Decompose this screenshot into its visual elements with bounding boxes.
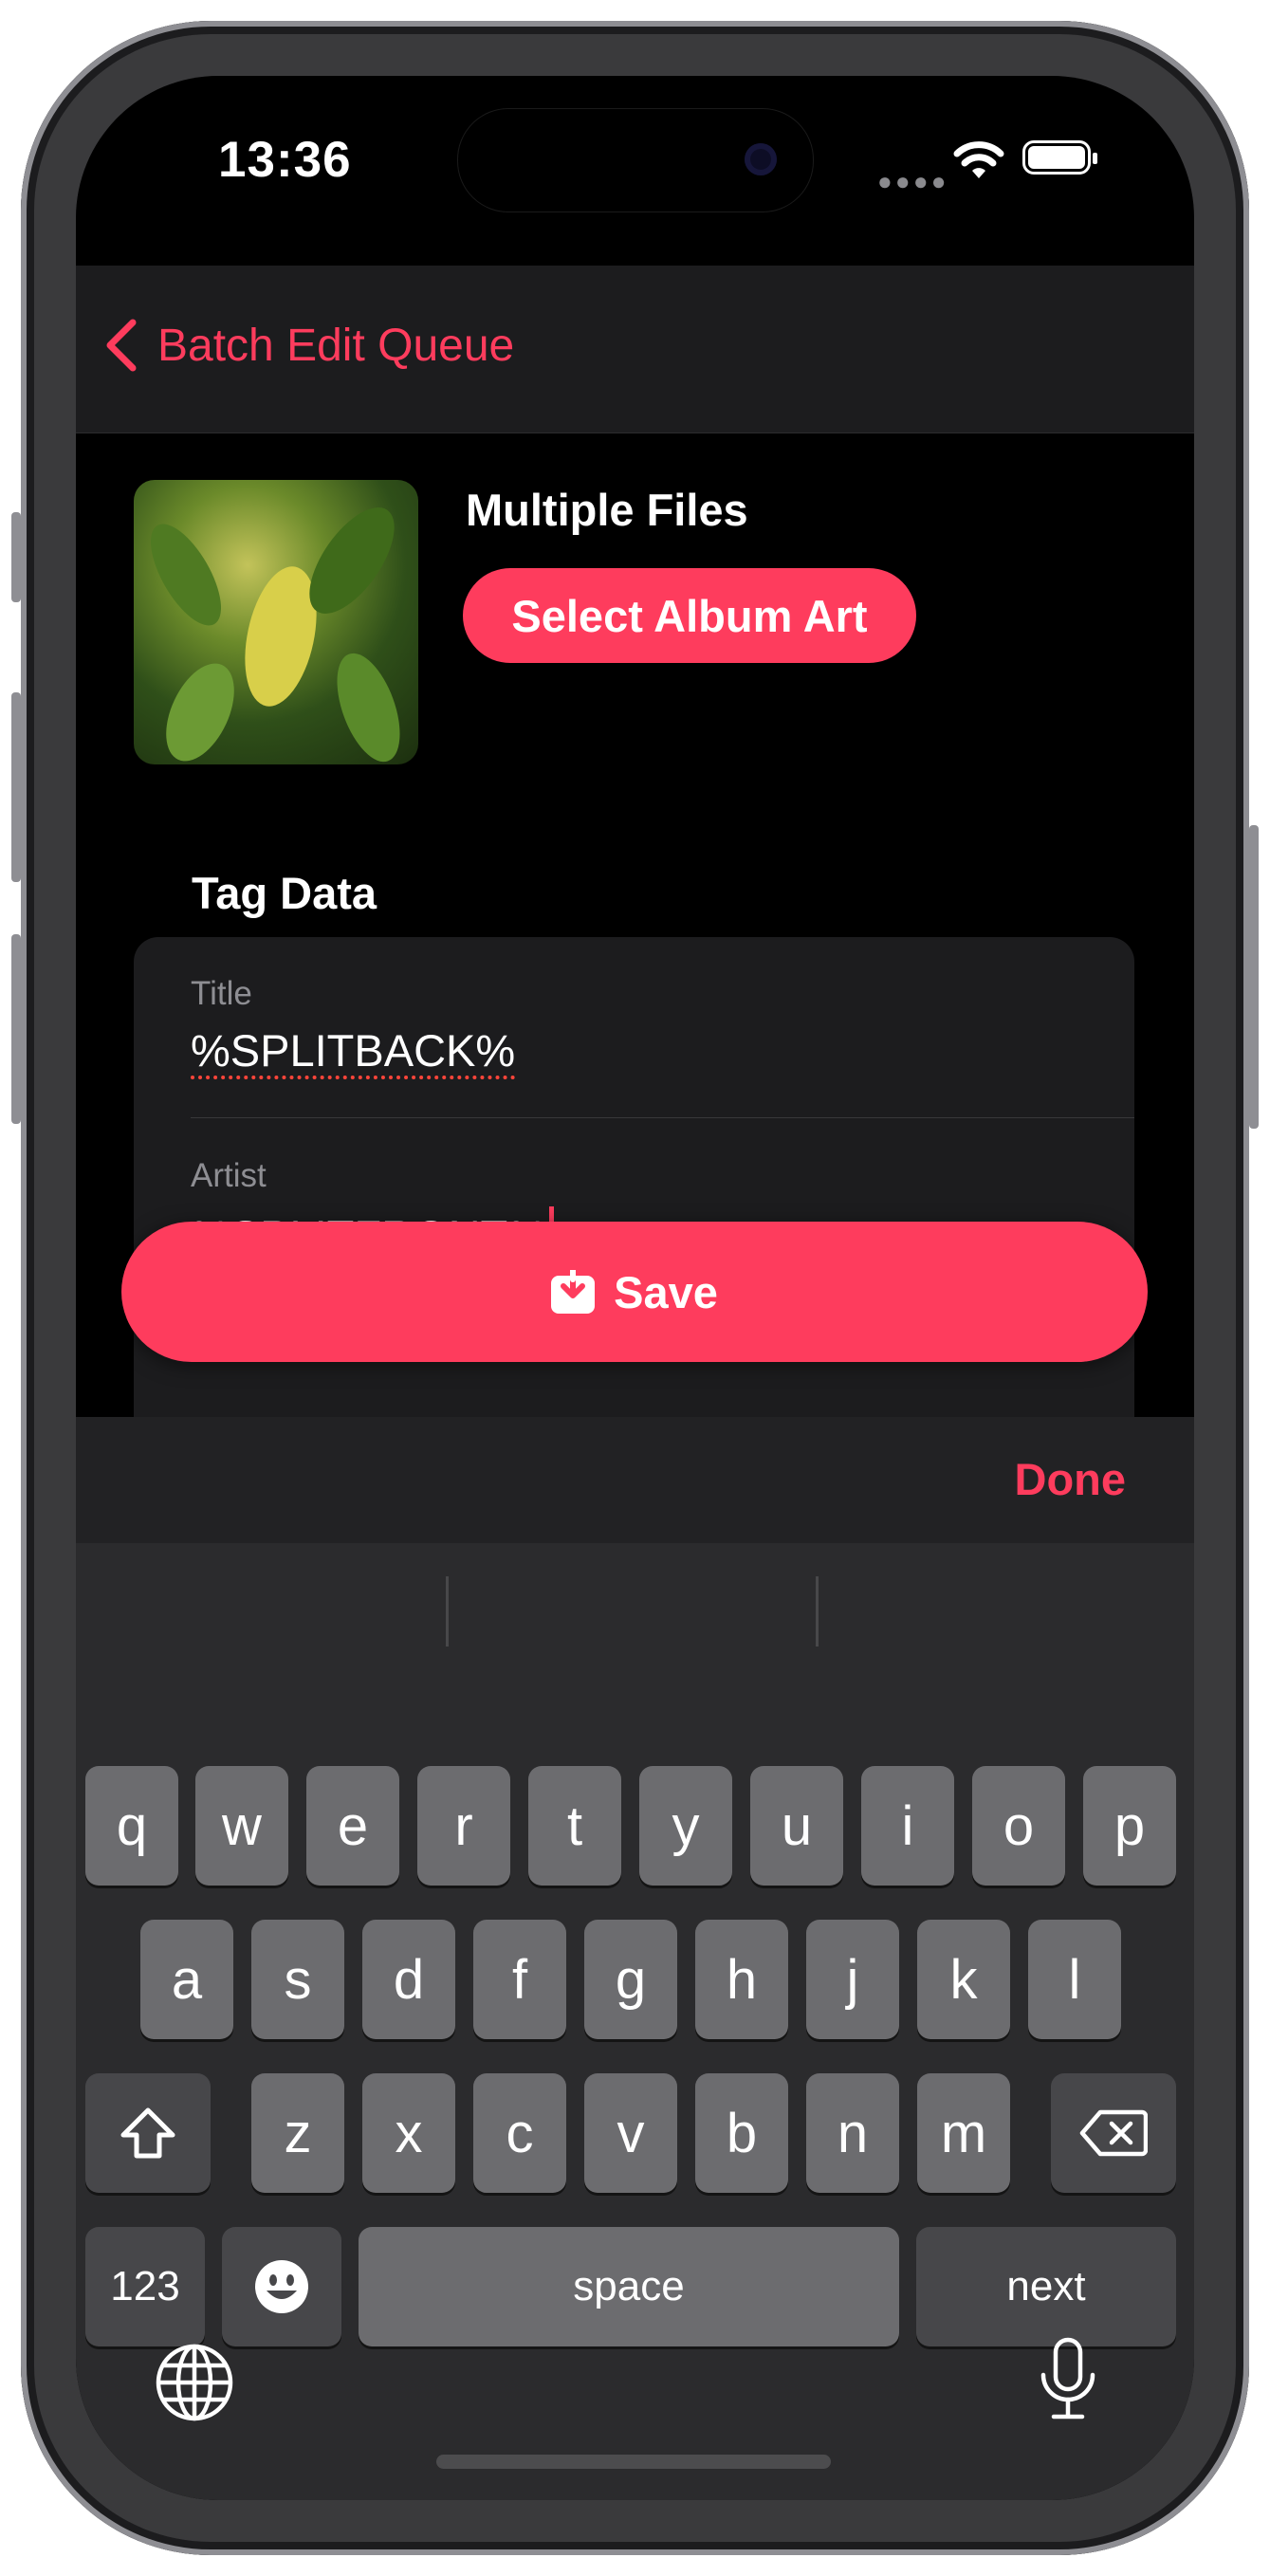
volume-up-button xyxy=(11,692,21,882)
key-f[interactable]: f xyxy=(473,1920,566,2039)
key-s[interactable]: s xyxy=(251,1920,344,2039)
navigation-bar: Batch Edit Queue xyxy=(76,266,1194,433)
back-label: Batch Edit Queue xyxy=(157,320,515,371)
save-icon xyxy=(551,1270,596,1314)
key-m[interactable]: m xyxy=(917,2073,1010,2193)
key-j[interactable]: j xyxy=(806,1920,899,2039)
status-time: 13:36 xyxy=(218,132,352,188)
home-indicator[interactable] xyxy=(436,2455,831,2469)
title-field[interactable]: %SPLITBACK% xyxy=(191,1024,515,1076)
key-q[interactable]: q xyxy=(85,1766,178,1886)
key-b[interactable]: b xyxy=(695,2073,788,2193)
screen: 13:36 ● ● ● ● Batch Edit Queue Multiple … xyxy=(76,76,1194,2500)
chevron-left-icon xyxy=(106,319,137,372)
key-r[interactable]: r xyxy=(417,1766,510,1886)
shift-icon xyxy=(120,2107,175,2159)
suggestion-divider xyxy=(816,1576,819,1647)
leaf-shape xyxy=(137,513,235,636)
album-art-image[interactable] xyxy=(134,480,418,764)
key-i[interactable]: i xyxy=(861,1766,954,1886)
key-d[interactable]: d xyxy=(362,1920,455,2039)
battery-icon xyxy=(1022,140,1097,175)
delete-key[interactable] xyxy=(1051,2073,1176,2193)
key-y[interactable]: y xyxy=(639,1766,732,1886)
wifi-icon xyxy=(953,141,1004,178)
volume-down-button xyxy=(11,934,21,1124)
status-bar: 13:36 ● ● ● ● xyxy=(76,76,1194,266)
suggestion-divider xyxy=(446,1576,449,1647)
key-n[interactable]: n xyxy=(806,2073,899,2193)
title-field-label: Title xyxy=(191,975,252,1012)
action-button xyxy=(11,512,21,602)
key-h[interactable]: h xyxy=(695,1920,788,2039)
key-v[interactable]: v xyxy=(584,2073,677,2193)
key-o[interactable]: o xyxy=(972,1766,1065,1886)
key-e[interactable]: e xyxy=(306,1766,399,1886)
leaf-shape xyxy=(152,653,248,764)
section-title: Tag Data xyxy=(192,868,377,918)
key-k[interactable]: k xyxy=(917,1920,1010,2039)
leaf-shape xyxy=(324,645,413,764)
signal-icon: ● ● ● ● xyxy=(877,167,946,195)
divider xyxy=(191,1117,1134,1118)
next-key[interactable]: next xyxy=(916,2227,1176,2346)
header-title: Multiple Files xyxy=(466,485,748,535)
globe-icon[interactable] xyxy=(155,2343,234,2422)
power-button xyxy=(1249,825,1259,1129)
dynamic-island xyxy=(457,108,814,212)
key-u[interactable]: u xyxy=(750,1766,843,1886)
save-label: Save xyxy=(614,1266,718,1317)
select-album-art-button[interactable]: Select Album Art xyxy=(463,568,916,663)
key-p[interactable]: p xyxy=(1083,1766,1176,1886)
save-button[interactable]: Save xyxy=(121,1222,1148,1362)
shift-key[interactable] xyxy=(85,2073,211,2193)
key-t[interactable]: t xyxy=(528,1766,621,1886)
key-c[interactable]: c xyxy=(473,2073,566,2193)
keyboard: Done q w e r t y u i o p a s d f g h j k… xyxy=(76,1417,1194,2500)
keyboard-toolbar: Done xyxy=(76,1417,1194,1543)
back-button[interactable]: Batch Edit Queue xyxy=(102,319,514,372)
key-x[interactable]: x xyxy=(362,2073,455,2193)
key-l[interactable]: l xyxy=(1028,1920,1121,2039)
emoji-key[interactable] xyxy=(222,2227,341,2346)
camera-icon xyxy=(745,143,777,175)
space-key[interactable]: space xyxy=(359,2227,899,2346)
done-button[interactable]: Done xyxy=(1015,1453,1127,1505)
numbers-key[interactable]: 123 xyxy=(85,2227,205,2346)
emoji-icon xyxy=(255,2260,308,2313)
artist-field-label: Artist xyxy=(191,1157,267,1194)
key-a[interactable]: a xyxy=(140,1920,233,2039)
backspace-icon xyxy=(1079,2109,1148,2157)
key-g[interactable]: g xyxy=(584,1920,677,2039)
key-w[interactable]: w xyxy=(195,1766,288,1886)
key-z[interactable]: z xyxy=(251,2073,344,2193)
microphone-icon[interactable] xyxy=(1039,2337,1097,2422)
